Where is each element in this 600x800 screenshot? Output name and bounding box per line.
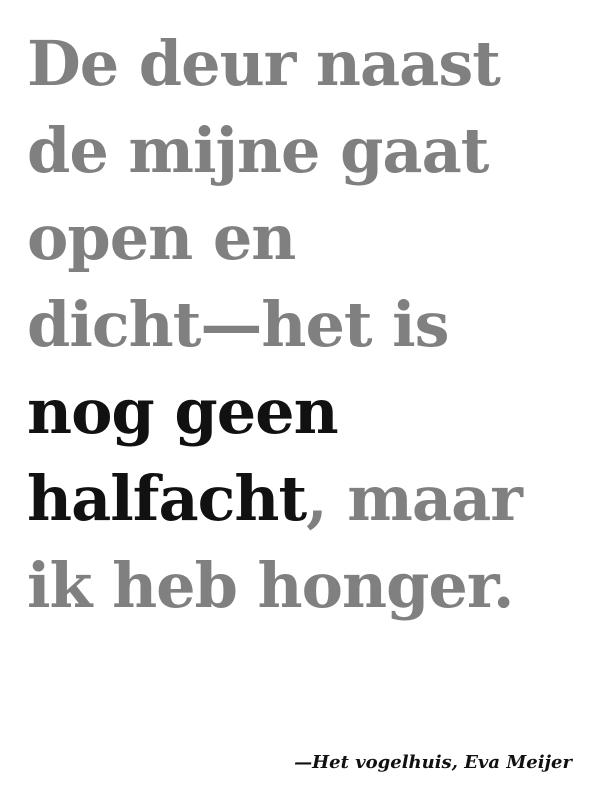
quote-line-5-emphasis: nog geen	[27, 375, 339, 448]
quote-line-3: open en	[27, 201, 296, 274]
quote-line-7: ik heb honger.	[27, 549, 514, 622]
attribution: —Het vogelhuis, Eva Meijer	[294, 752, 572, 773]
quote-line-1: De deur naast	[27, 27, 501, 100]
quote-block: De deur naast de mijne gaat open en dich…	[27, 20, 587, 629]
quote-line-6: halfacht, maar	[27, 455, 587, 542]
quote-line-6-rest: , maar	[306, 462, 523, 535]
quote-line-4: dicht—het is	[27, 288, 450, 361]
quote-emphasis-halfacht: halfacht	[27, 462, 307, 535]
quote-line-2: de mijne gaat	[27, 114, 489, 187]
